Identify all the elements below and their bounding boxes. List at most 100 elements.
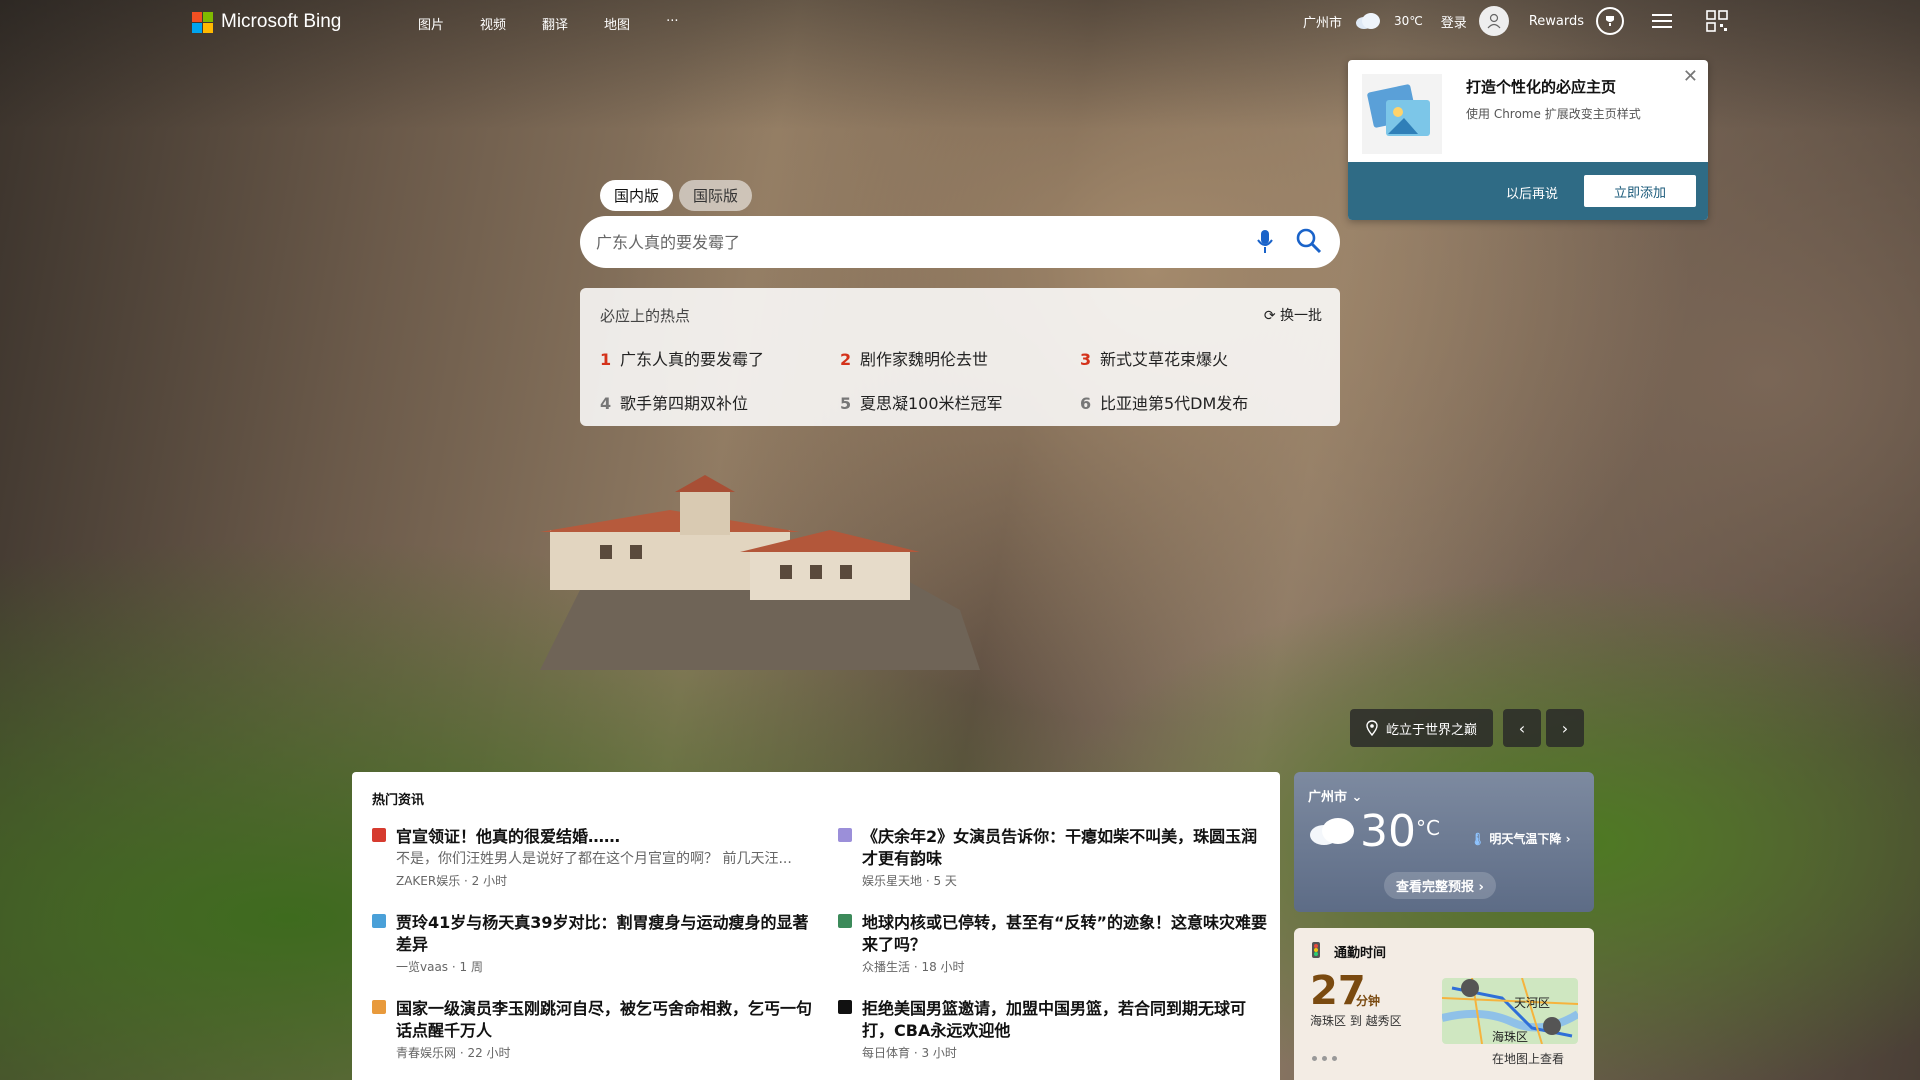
location-pin-icon — [1366, 720, 1378, 736]
commute-card[interactable]: 通勤时间 27 分钟 海珠区 到 越秀区 天河区 海珠区 在地图上查看 — [1294, 928, 1594, 1080]
news-headline: 《庆余年2》女演员告诉你：干瘪如柴不叫美，珠圆玉润才更有韵味 — [862, 827, 1258, 868]
qr-code-icon[interactable] — [1706, 10, 1728, 32]
close-icon[interactable]: ✕ — [1683, 66, 1698, 87]
chrome-extension-popup: 打造个性化的必应主页 使用 Chrome 扩展改变主页样式 ✕ 以后再说 立即添… — [1348, 60, 1708, 220]
news-headline: 国家一级演员李玉刚跳河自尽，被乞丐舍命相救，乞丐一句话点醒千万人 — [396, 999, 813, 1040]
hamburger-menu-icon[interactable] — [1652, 10, 1672, 32]
user-icon — [1487, 13, 1501, 29]
weather-unit: °C — [1416, 816, 1440, 840]
next-image-button[interactable]: › — [1546, 709, 1584, 747]
chevron-down-icon: ⌄ — [1351, 790, 1363, 805]
popup-title: 打造个性化的必应主页 — [1466, 78, 1617, 96]
rank-number: 3 — [1080, 350, 1092, 369]
news-headline: 地球内核或已停转，甚至有“反转”的迹象！这意味灾难要来了吗？ — [862, 913, 1268, 954]
trending-text: 广东人真的要发霉了 — [620, 350, 765, 369]
nav-videos[interactable]: 视频 — [480, 14, 506, 33]
prev-image-button[interactable]: ‹ — [1503, 709, 1541, 747]
source-icon — [838, 828, 852, 842]
news-item[interactable]: 国家一级演员李玉刚跳河自尽，被乞丐舍命相救，乞丐一句话点醒千万人 青春娱乐网 ·… — [372, 998, 812, 1074]
nav-maps[interactable]: 地图 — [604, 14, 630, 33]
news-feed: 热门资讯 官宣领证！他真的很爱结婚…… 不是，你们汪姓男人是说好了都在这个月官宣… — [352, 772, 1280, 1080]
full-forecast-label: 查看完整预报 — [1396, 880, 1475, 895]
trending-text: 剧作家魏明伦去世 — [860, 350, 989, 369]
news-meta: 每日体育 · 3 小时 — [862, 1046, 957, 1060]
news-snippet: 不是，你们汪姓男人是说好了都在这个月官宣的啊？ 前几天汪... — [396, 851, 792, 867]
microsoft-logo-icon — [192, 11, 213, 33]
trending-title: 必应上的热点 — [600, 307, 691, 325]
news-item[interactable]: 官宣领证！他真的很爱结婚…… 不是，你们汪姓男人是说好了都在这个月官宣的啊？ 前… — [372, 826, 812, 902]
trending-list: 1 广东人真的要发霉了 2 剧作家魏明伦去世 3 新式艾草花束爆火 4 歌手第四期双补位… — [600, 346, 1330, 414]
tab-domestic[interactable]: 国内版 — [600, 180, 674, 211]
refresh-label: 换一批 — [1280, 308, 1322, 324]
trending-item[interactable]: 1 广东人真的要发霉了 — [600, 346, 840, 370]
view-on-map-link[interactable]: 在地图上查看 — [1492, 1050, 1564, 1067]
weather-alert[interactable]: 🌡 明天气温下降 › — [1470, 830, 1571, 847]
bing-logo[interactable]: Microsoft Bing — [192, 11, 341, 33]
nav-translate[interactable]: 翻译 — [542, 14, 568, 33]
search-scope-tabs: 国内版 国际版 — [600, 180, 753, 211]
chevron-right-icon: › — [1565, 832, 1571, 846]
top-header: Microsoft Bing 图片 视频 翻译 地图 ··· 广州市 30℃ 登… — [0, 0, 1920, 46]
trending-text: 夏思凝100米栏冠军 — [860, 394, 1003, 413]
popup-illustration — [1362, 74, 1442, 154]
news-item[interactable]: 拒绝美国男篮邀请，加盟中国男篮，若合同到期无球可打，CBA永远欢迎他 每日体育 … — [838, 998, 1268, 1074]
source-icon — [838, 914, 852, 928]
news-item[interactable]: 《庆余年2》女演员告诉你：干瘪如柴不叫美，珠圆玉润才更有韵味 娱乐星天地 · 5… — [838, 826, 1268, 902]
chevron-right-icon: › — [1561, 718, 1569, 738]
commute-unit: 分钟 — [1356, 994, 1381, 1008]
rank-number: 5 — [840, 394, 852, 413]
carousel-dots[interactable] — [1312, 1056, 1337, 1061]
trending-item[interactable]: 4 歌手第四期双补位 — [600, 390, 840, 414]
chevron-right-icon: › — [1478, 880, 1484, 895]
login-link[interactable]: 登录 — [1441, 12, 1467, 31]
commute-title: 通勤时间 — [1334, 946, 1387, 961]
news-meta: 众播生活 · 18 小时 — [862, 960, 965, 974]
thermometer-icon: 🌡 — [1470, 832, 1486, 846]
news-item[interactable]: 贾玲41岁与杨天真39岁对比：割胃瘦身与运动瘦身的显著差异 一览vaas · 1… — [372, 912, 812, 988]
trending-text: 比亚迪第5代DM发布 — [1100, 394, 1249, 413]
trending-item[interactable]: 3 新式艾草花束爆火 — [1080, 346, 1320, 370]
image-location-label: 屹立于世界之巅 — [1386, 722, 1478, 738]
later-button[interactable]: 以后再说 — [1506, 183, 1558, 202]
refresh-button[interactable]: ⟳ 换一批 — [1264, 305, 1322, 325]
nav-more[interactable]: ··· — [666, 14, 678, 33]
source-icon — [838, 1000, 852, 1014]
map-label-haizhu: 海珠区 — [1492, 1030, 1529, 1044]
trending-panel: 必应上的热点 ⟳ 换一批 1 广东人真的要发霉了 2 剧作家魏明伦去世 3 新式艾草花… — [580, 288, 1340, 426]
news-meta: ZAKER娱乐 · 2 小时 — [396, 874, 508, 888]
news-meta: 一览vaas · 1 周 — [396, 960, 483, 974]
search-input[interactable] — [596, 232, 1196, 252]
top-nav: 图片 视频 翻译 地图 ··· — [418, 14, 678, 33]
rewards-trophy-icon[interactable] — [1596, 7, 1624, 35]
add-now-button[interactable]: 立即添加 — [1584, 175, 1696, 207]
news-title: 热门资讯 — [372, 793, 425, 808]
weather-alert-text: 明天气温下降 — [1489, 832, 1562, 846]
search-icon[interactable] — [1296, 228, 1322, 254]
news-item[interactable]: 地球内核或已停转，甚至有“反转”的迹象！这意味灾难要来了吗？ 众播生活 · 18… — [838, 912, 1268, 988]
rewards-link[interactable]: Rewards — [1529, 14, 1584, 29]
header-city[interactable]: 广州市 — [1303, 12, 1342, 31]
brand-name: Microsoft Bing — [221, 11, 342, 32]
weather-temp: 30 — [1360, 806, 1416, 857]
search-box — [580, 216, 1340, 268]
source-icon — [372, 1000, 386, 1014]
trending-item[interactable]: 6 比亚迪第5代DM发布 — [1080, 390, 1320, 414]
tab-international[interactable]: 国际版 — [679, 180, 753, 211]
refresh-icon: ⟳ — [1263, 308, 1276, 324]
full-forecast-button[interactable]: 查看完整预报 › — [1384, 872, 1496, 899]
chevron-left-icon: ‹ — [1518, 718, 1526, 738]
popup-action-bar: 以后再说 立即添加 — [1348, 162, 1708, 220]
rank-number: 4 — [600, 394, 612, 413]
image-location-button[interactable]: 屹立于世界之巅 — [1350, 709, 1494, 747]
map-label-tianhe: 天河区 — [1514, 996, 1551, 1010]
weather-card[interactable]: 广州市 ⌄ 30 °C 🌡 明天气温下降 › 查看完整预报 › — [1294, 772, 1594, 912]
trending-item[interactable]: 2 剧作家魏明伦去世 — [840, 346, 1080, 370]
rank-number: 2 — [840, 350, 852, 369]
nav-images[interactable]: 图片 — [418, 14, 444, 33]
weather-city-selector[interactable]: 广州市 ⌄ — [1308, 786, 1362, 805]
microphone-icon[interactable] — [1256, 229, 1274, 255]
commute-map[interactable]: 天河区 海珠区 — [1442, 978, 1578, 1044]
zaker-source-icon — [372, 828, 386, 842]
trending-item[interactable]: 5 夏思凝100米栏冠军 — [840, 390, 1080, 414]
avatar[interactable] — [1478, 6, 1509, 36]
